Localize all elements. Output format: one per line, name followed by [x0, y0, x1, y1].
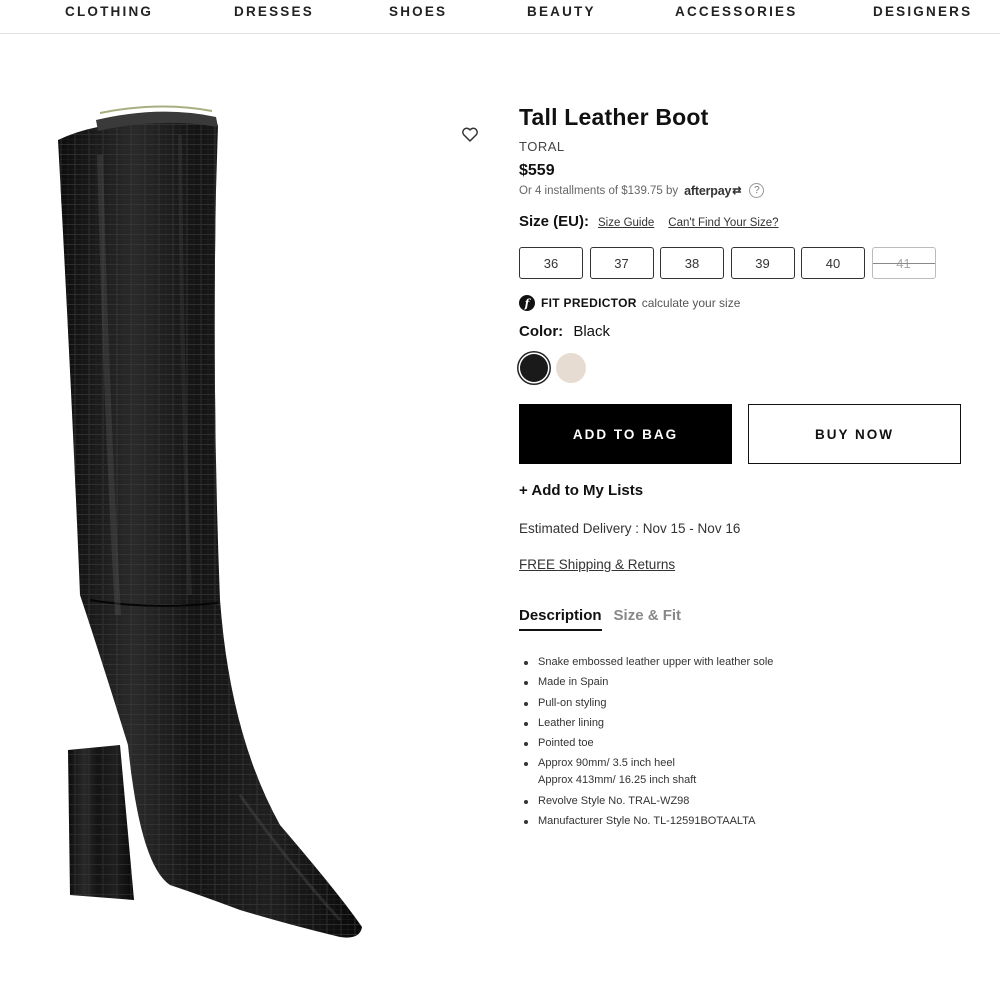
detail-text: Approx 413mm/ 16.25 inch shaft [538, 774, 697, 787]
product-image[interactable] [40, 95, 390, 955]
detail-text: Leather lining [538, 716, 605, 729]
list-item: Pull-on styling [524, 695, 978, 712]
installments-info: Or 4 installments of $139.75 by afterpay… [519, 183, 765, 198]
color-label: Color: [519, 323, 564, 340]
product-tabs: Description Size & Fit [519, 607, 693, 631]
nav-shoes[interactable]: SHOES [389, 4, 447, 19]
color-swatches [519, 353, 594, 383]
fit-predictor-title: FIT PREDICTOR [541, 296, 637, 310]
list-item: Approx 90mm/ 3.5 inch heel Approx 413mm/… [524, 755, 978, 789]
estimated-delivery: Estimated Delivery : Nov 15 - Nov 16 [519, 521, 741, 536]
heart-outline-icon[interactable] [460, 125, 480, 145]
free-shipping-link[interactable]: FREE Shipping & Returns [519, 557, 675, 572]
list-item: Snake embossed leather upper with leathe… [524, 654, 978, 671]
add-to-bag-button[interactable]: ADD TO BAG [519, 404, 732, 464]
detail-text: Snake embossed leather upper with leathe… [538, 656, 774, 668]
nav-accessories[interactable]: ACCESSORIES [675, 4, 797, 19]
size-guide-link[interactable]: Size Guide [598, 217, 654, 229]
add-to-lists-link[interactable]: + Add to My Lists [519, 482, 643, 499]
buy-now-button[interactable]: BUY NOW [748, 404, 961, 464]
size-option[interactable]: 39 [730, 247, 795, 279]
size-option[interactable]: 40 [801, 247, 865, 279]
size-option-unavailable[interactable]: 41 [871, 247, 936, 279]
list-item: Revolve Style No. TRAL-WZ98 [524, 793, 978, 810]
nav-clothing[interactable]: CLOTHING [65, 4, 153, 19]
tab-description[interactable]: Description [519, 607, 602, 631]
nav-designers[interactable]: DESIGNERS [873, 4, 972, 19]
product-brand[interactable]: TORAL [519, 139, 565, 154]
size-row: Size (EU): Size Guide Can't Find Your Si… [519, 213, 779, 230]
list-item: Leather lining [524, 715, 978, 732]
size-label: Size (EU): [519, 213, 590, 230]
detail-text: Made in Spain [538, 676, 609, 689]
size-option[interactable]: 37 [589, 247, 654, 279]
list-item: Pointed toe [524, 735, 978, 752]
detail-text: Manufacturer Style No. TL-12591BOTAALTA [538, 815, 756, 828]
fit-predictor[interactable]: f FIT PREDICTOR calculate your size [519, 295, 740, 311]
detail-text: Revolve Style No. TRAL-WZ98 [538, 794, 690, 807]
detail-text: Approx 90mm/ 3.5 inch heel [538, 757, 675, 770]
installments-text: Or 4 installments of $139.75 by [519, 184, 679, 197]
swatch-bone[interactable] [556, 353, 586, 383]
color-value: Black [573, 323, 611, 340]
fit-predictor-subtitle: calculate your size [641, 296, 741, 310]
afterpay-logo: afterpay [684, 183, 732, 198]
afterpay-arrows-icon: ⇄ [732, 185, 742, 197]
list-item: Manufacturer Style No. TL-12591BOTAALTA [524, 813, 978, 830]
nav-beauty[interactable]: BEAUTY [527, 4, 596, 19]
description-list: Snake embossed leather upper with leathe… [524, 654, 978, 833]
nav-dresses[interactable]: DRESSES [234, 4, 314, 19]
product-price: $559 [519, 162, 555, 179]
size-option[interactable]: 38 [660, 247, 724, 279]
fit-predictor-icon: f [519, 295, 535, 311]
help-icon[interactable]: ? [749, 183, 765, 198]
list-item: Made in Spain [524, 674, 978, 691]
size-option[interactable]: 36 [519, 247, 583, 279]
cant-find-size-link[interactable]: Can't Find Your Size? [668, 217, 778, 229]
size-options: 36 37 38 39 40 41 [519, 247, 942, 279]
color-row: Color: Black [519, 323, 610, 340]
tab-size-fit[interactable]: Size & Fit [614, 607, 682, 631]
swatch-black[interactable] [520, 354, 548, 382]
detail-text: Pull-on styling [538, 696, 607, 709]
top-nav: CLOTHING DRESSES SHOES BEAUTY ACCESSORIE… [0, 0, 1000, 34]
product-title: Tall Leather Boot [519, 104, 709, 130]
detail-text: Pointed toe [538, 737, 594, 750]
